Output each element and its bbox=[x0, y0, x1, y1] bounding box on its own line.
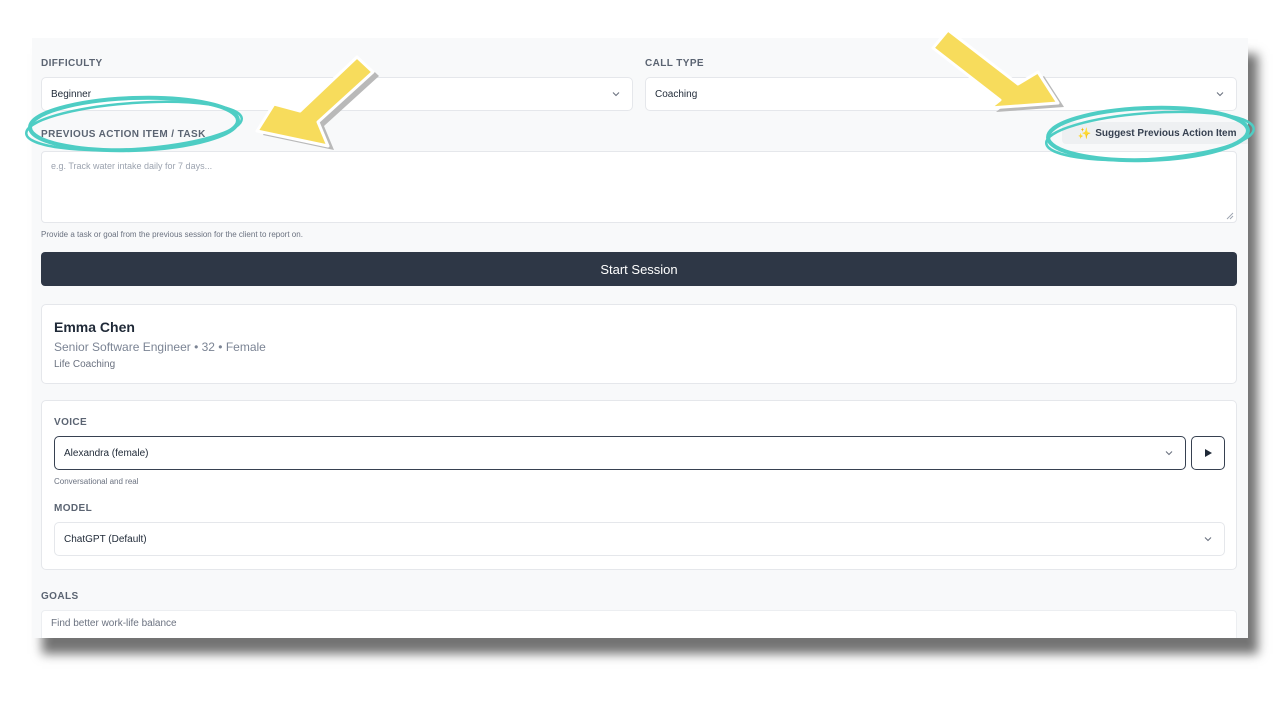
model-label: MODEL bbox=[54, 503, 93, 514]
call-type-label: CALL TYPE bbox=[645, 58, 704, 69]
voice-label: VOICE bbox=[54, 417, 88, 428]
model-select[interactable]: ChatGPT (Default) bbox=[54, 522, 1225, 556]
chevron-down-icon bbox=[612, 92, 620, 97]
model-value: ChatGPT (Default) bbox=[64, 533, 147, 545]
client-name: Emma Chen bbox=[54, 319, 135, 335]
previous-action-placeholder: e.g. Track water intake daily for 7 days… bbox=[51, 161, 213, 171]
previous-action-textarea[interactable]: e.g. Track water intake daily for 7 days… bbox=[41, 151, 1237, 223]
client-details: Senior Software Engineer • 32 • Female bbox=[54, 340, 266, 354]
voice-select[interactable]: Alexandra (female) bbox=[54, 436, 1186, 470]
previous-action-label: PREVIOUS ACTION ITEM / TASK bbox=[41, 129, 206, 140]
difficulty-select[interactable]: Beginner bbox=[41, 77, 633, 111]
goals-label: GOALS bbox=[41, 591, 79, 602]
play-icon bbox=[1205, 449, 1212, 457]
voice-model-card: VOICE Alexandra (female) Conversational … bbox=[41, 400, 1237, 570]
chevron-down-icon bbox=[1204, 537, 1212, 542]
goal-item[interactable]: Find better work-life balance bbox=[41, 610, 1237, 638]
voice-description: Conversational and real bbox=[54, 477, 139, 486]
suggest-button-label: Suggest Previous Action Item bbox=[1095, 127, 1237, 139]
play-voice-button[interactable] bbox=[1191, 436, 1225, 470]
call-type-select[interactable]: Coaching bbox=[645, 77, 1237, 111]
chevron-down-icon bbox=[1216, 92, 1224, 97]
difficulty-label: DIFFICULTY bbox=[41, 58, 103, 69]
previous-action-hint: Provide a task or goal from the previous… bbox=[41, 230, 303, 239]
sparkle-icon: ✨ bbox=[1077, 127, 1092, 140]
client-category: Life Coaching bbox=[54, 359, 116, 370]
suggest-previous-action-button[interactable]: ✨ Suggest Previous Action Item bbox=[1062, 122, 1248, 144]
call-type-value: Coaching bbox=[655, 88, 698, 100]
app-frame: DIFFICULTY Beginner CALL TYPE Coaching P… bbox=[32, 38, 1248, 638]
voice-value: Alexandra (female) bbox=[64, 447, 149, 459]
difficulty-value: Beginner bbox=[51, 88, 92, 100]
client-card: Emma Chen Senior Software Engineer • 32 … bbox=[41, 304, 1237, 384]
resize-handle-icon[interactable] bbox=[1226, 212, 1234, 220]
start-session-button[interactable]: Start Session bbox=[41, 252, 1237, 286]
chevron-down-icon bbox=[1165, 451, 1173, 456]
